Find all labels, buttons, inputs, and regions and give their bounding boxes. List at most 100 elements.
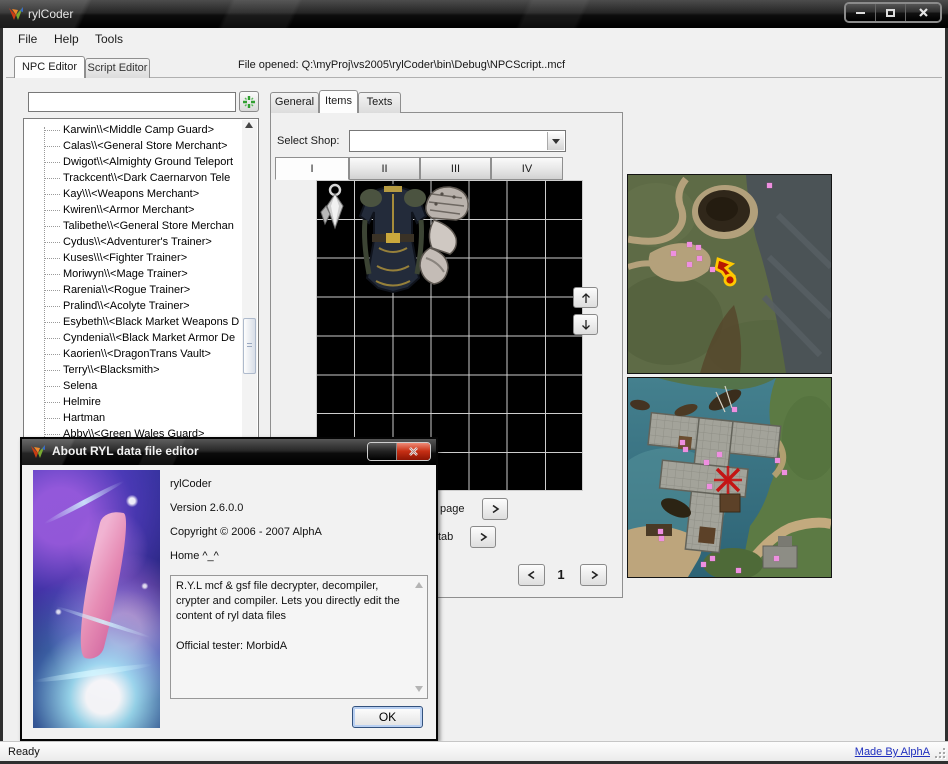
npc-position-dot [774, 556, 779, 561]
tab-texts[interactable]: Texts [358, 92, 401, 113]
npc-tree-item[interactable]: Kaorien\\<DragonTrans Vault> [24, 346, 242, 362]
shop-tab-2[interactable]: II [349, 157, 420, 180]
about-close-button[interactable] [397, 443, 430, 460]
menu-file[interactable]: File [18, 32, 37, 46]
ok-button[interactable]: OK [352, 706, 423, 728]
about-dialog: About RYL data file editor rylCoder Vers… [20, 437, 438, 741]
about-app-name: rylCoder [170, 478, 212, 490]
window-controls [844, 2, 942, 23]
npc-tree-item[interactable]: Terry\\<Blacksmith> [24, 362, 242, 378]
tab-items[interactable]: Items [319, 90, 358, 113]
menubar: File Help Tools [0, 28, 948, 50]
chevron-left-icon [526, 569, 538, 581]
combobox-dropdown-button[interactable] [547, 132, 564, 150]
npc-tree-item[interactable]: Rarenia\\<Rogue Trainer> [24, 282, 242, 298]
shop-tab-4[interactable]: IV [491, 157, 563, 180]
npc-position-dot [680, 440, 685, 445]
npc-name: Cyndenia\\<Black Market Armor De [63, 332, 235, 344]
artwork-figure [67, 508, 136, 662]
credit-link[interactable]: Made By AlphA [855, 746, 930, 758]
npc-position-dot [775, 458, 780, 463]
npc-tree-item[interactable]: Helmire [24, 394, 242, 410]
next-tab-button[interactable] [470, 526, 496, 548]
item-pendant[interactable] [318, 182, 354, 236]
npc-name: Rarenia\\<Rogue Trainer> [63, 284, 190, 296]
about-copyright: Copyright © 2006 - 2007 AlphA [170, 526, 322, 538]
npc-tree-item[interactable]: Selena [24, 378, 242, 394]
chevron-right-icon [588, 569, 600, 581]
npc-position-dot [767, 183, 772, 188]
npc-position-dot [736, 568, 741, 573]
npc-tree-item[interactable]: Calas\\<General Store Merchant> [24, 138, 242, 154]
page-nav-label: page [440, 503, 464, 515]
npc-position-dot [717, 452, 722, 457]
about-dialog-title: About RYL data file editor [52, 444, 199, 458]
about-tester-text: Official tester: MorbidA [176, 639, 409, 654]
scrollbar-thumb[interactable] [243, 318, 256, 374]
prev-page-button[interactable] [518, 564, 545, 586]
about-description-box[interactable]: R.Y.L mcf & gsf file decrypter, decompil… [170, 575, 428, 699]
menu-tools[interactable]: Tools [95, 32, 123, 46]
npc-position-dot [687, 242, 692, 247]
file-opened-label: File opened: Q:\myProj\vs2005\rylCoder\b… [238, 59, 565, 71]
npc-tree-item[interactable]: Esybeth\\<Black Market Weapons D [24, 314, 242, 330]
search-button[interactable] [239, 91, 259, 112]
npc-location-map-bottom[interactable] [627, 377, 832, 578]
window-title: rylCoder [28, 7, 73, 21]
app-logo-icon [8, 6, 24, 22]
titlebar[interactable]: rylCoder [0, 0, 948, 28]
about-home-link[interactable]: Home ^_^ [170, 550, 219, 562]
tab-general[interactable]: General [270, 92, 319, 113]
npc-tree-item[interactable]: Kay\\\<Weapons Merchant> [24, 186, 242, 202]
shop-tab-3[interactable]: III [420, 157, 491, 180]
window-border-left [0, 28, 3, 761]
green-crosshair-icon [242, 95, 256, 109]
menu-help[interactable]: Help [54, 32, 79, 46]
scroll-up-icon[interactable] [415, 582, 423, 588]
next-page-button-2[interactable] [580, 564, 607, 586]
next-page-button[interactable] [482, 498, 508, 520]
move-down-button[interactable] [573, 314, 598, 335]
npc-location-map-top[interactable] [627, 174, 832, 374]
npc-tree-item[interactable]: Pralind\\<Acolyte Trainer> [24, 298, 242, 314]
tab-script-editor[interactable]: Script Editor [85, 58, 150, 78]
npc-tree-item[interactable]: Moriwyn\\<Mage Trainer> [24, 266, 242, 282]
npc-position-dot [710, 556, 715, 561]
npc-name: Talibethe\\<General Store Merchan [63, 220, 234, 232]
npc-name: Kay\\\<Weapons Merchant> [63, 188, 199, 200]
maximize-button[interactable] [876, 4, 906, 21]
npc-tree-item[interactable]: Trackcent\\<Dark Caernarvon Tele [24, 170, 242, 186]
npc-position-dot [683, 447, 688, 452]
arrow-up-icon [580, 291, 592, 305]
npc-tree-item[interactable]: Kwiren\\<Armor Merchant> [24, 202, 242, 218]
npc-tree-item[interactable]: Kuses\\\<Fighter Trainer> [24, 250, 242, 266]
npc-position-dot [782, 470, 787, 475]
close-button[interactable] [906, 4, 940, 21]
npc-tree-item[interactable]: Cydus\\<Adventurer's Trainer> [24, 234, 242, 250]
resize-grip-icon[interactable] [935, 748, 945, 758]
shop-tab-1[interactable]: I [275, 157, 349, 180]
move-up-button[interactable] [573, 287, 598, 308]
about-version: Version 2.6.0.0 [170, 502, 243, 514]
npc-name: Pralind\\<Acolyte Trainer> [63, 300, 190, 312]
tab-npc-editor[interactable]: NPC Editor [14, 56, 85, 78]
npc-tree-item[interactable]: Cyndenia\\<Black Market Armor De [24, 330, 242, 346]
npc-tree-item[interactable]: Dwigot\\<Almighty Ground Teleport [24, 154, 242, 170]
npc-tree-item[interactable]: Talibethe\\<General Store Merchan [24, 218, 242, 234]
npc-tree-item[interactable]: Hartman [24, 410, 242, 426]
npc-position-dot [659, 536, 664, 541]
current-page-number: 1 [550, 567, 572, 582]
minimize-button[interactable] [846, 4, 876, 21]
npc-tree-item[interactable]: Karwin\\<Middle Camp Guard> [24, 122, 242, 138]
select-shop-combobox[interactable] [349, 130, 566, 152]
npc-position-dot [707, 484, 712, 489]
scroll-down-icon[interactable] [415, 686, 423, 692]
select-shop-label: Select Shop: [277, 135, 339, 147]
npc-search-input[interactable] [28, 92, 236, 112]
about-dialog-titlebar[interactable]: About RYL data file editor [22, 439, 436, 465]
scroll-up-icon[interactable] [245, 122, 253, 128]
npc-position-dot [704, 460, 709, 465]
item-gauntlet[interactable] [412, 182, 476, 292]
chevron-down-icon [552, 139, 560, 144]
about-description-text: R.Y.L mcf & gsf file decrypter, decompil… [176, 579, 409, 624]
